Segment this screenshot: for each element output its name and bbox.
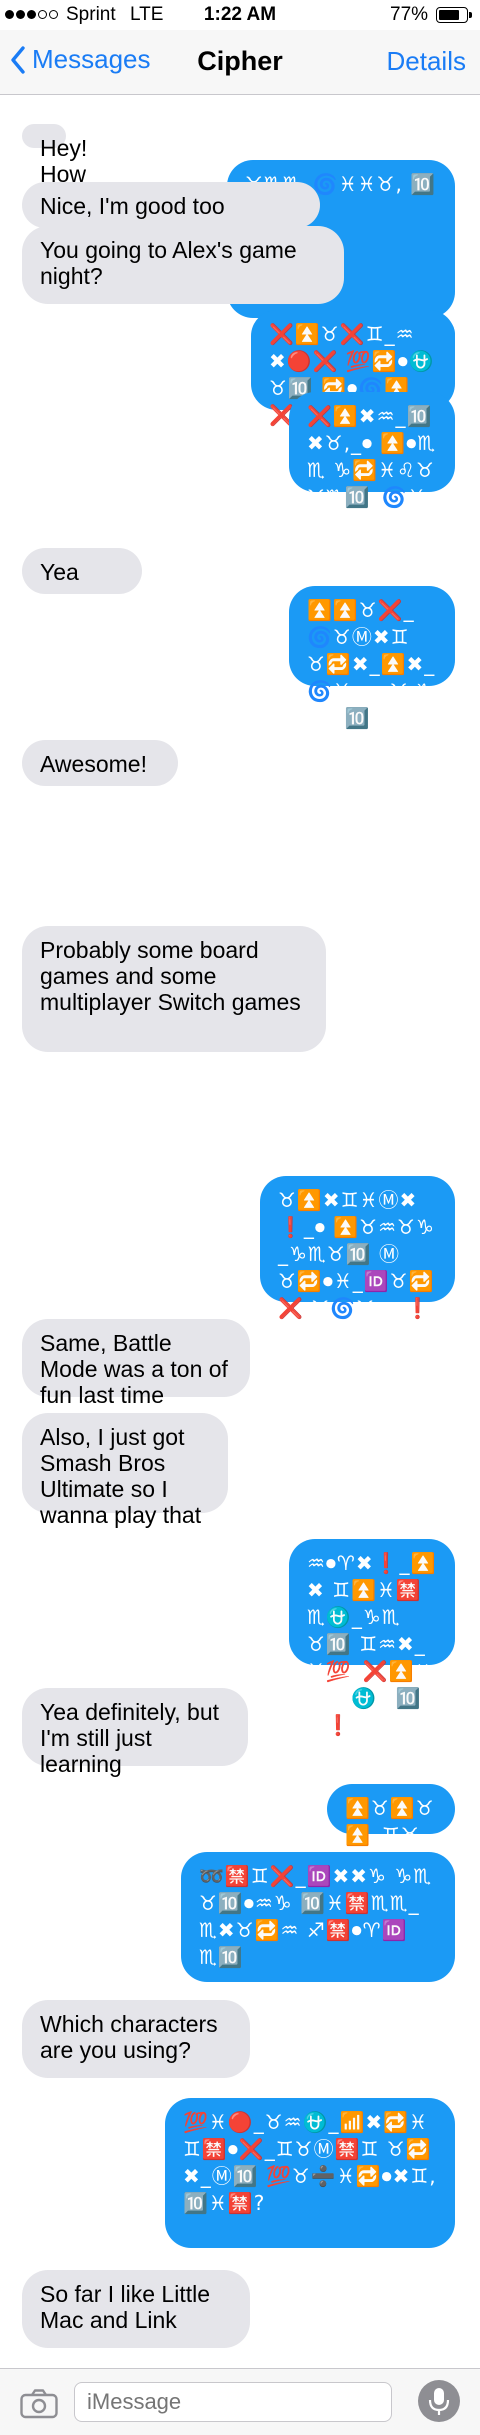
navigation-bar: Messages Cipher Details [0, 30, 480, 95]
outgoing-message-bubble[interactable]: ⏫⏫♉❌_🌀♉Ⓜ✖♊ ♉🔁✖_⏫✖_🌀♓♒♒♉ ♑♏♉🔟? [289, 586, 455, 730]
message-text: ➿🈲♊❌_🆔✖✖♑ ♑♏♉🔟⏺♒♑ 🔟♓🈲♏♏_♏✖♉🔁♒ ♐🈲⏺♈🆔♏🔟 [199, 1864, 433, 1969]
message-text: ♉⏫✖♊♓Ⓜ✖❗_⏺ ⏫♉♒♉♑_♑♏♉🔟 Ⓜ♉🔁⏺♓_🆔♉🔁❌ ♉🌀♉⏺♒❗ [278, 1188, 435, 1320]
message-composer [0, 2368, 480, 2435]
message-text: Yea [40, 559, 79, 585]
incoming-message-bubble[interactable]: Yea definitely, but I'm still just learn… [22, 1688, 248, 1777]
message-text: Also, I just got Smash Bros Ultimate so … [40, 1424, 202, 1528]
microphone-button[interactable] [418, 2380, 460, 2422]
message-text: 💯♓🔴_♉♒⛎_📶✖🔁♓ ♊🈲⏺❌_♊♉Ⓜ🈲♊ ♉🔁✖_Ⓜ🔟 💯♉➗♓🔁⏺✖♊,… [183, 2110, 437, 2215]
message-text: Awesome! [40, 751, 147, 777]
message-text: Which characters are you using? [40, 2011, 218, 2063]
incoming-message-bubble[interactable]: Also, I just got Smash Bros Ultimate so … [22, 1413, 228, 1528]
message-text: You going to Alex's game night? [40, 237, 297, 289]
message-text: Yea definitely, but I'm still just learn… [40, 1699, 220, 1777]
outgoing-message-bubble[interactable]: ⏫♉⏫♉⏫_♊♉Ⓜ✖ [327, 1784, 455, 1874]
outgoing-message-bubble[interactable]: 💯♓🔴_♉♒⛎_📶✖🔁♓ ♊🈲⏺❌_♊♉Ⓜ🈲♊ ♉🔁✖_Ⓜ🔟 💯♉➗♓🔁⏺✖♊,… [165, 2098, 455, 2248]
message-text: Same, Battle Mode was a ton of fun last … [40, 1330, 228, 1408]
incoming-message-bubble[interactable]: Awesome! [22, 740, 178, 786]
incoming-message-bubble[interactable]: Nice, I'm good too [22, 182, 320, 228]
camera-icon[interactable] [20, 2389, 58, 2419]
back-button-label: Messages [32, 44, 151, 74]
incoming-message-bubble[interactable]: Yea [22, 548, 142, 594]
battery-percentage: 77% [390, 4, 429, 25]
message-text: ❌⏫✖♒_🔟✖♉,_⏺ ⏫⏺♏♏ ♑🔁♓♌♉♉♏🔟_🌀♓ [307, 404, 437, 509]
message-text: ♒⏺♈✖❗_⏫✖ ♊⏫♓🈲♏⛎_♑♏♉🔟 ♊♒✖_♓💯_❌⏫✖♊✖ ⛎♉🔟♊❗ [307, 1551, 437, 1737]
outgoing-message-bubble[interactable]: ♉⏫✖♊♓Ⓜ✖❗_⏺ ⏫♉♒♉♑_♑♏♉🔟 Ⓜ♉🔁⏺♓_🆔♉🔁❌ ♉🌀♉⏺♒❗ [260, 1176, 455, 1320]
chevron-left-icon [11, 45, 25, 74]
battery-cap [469, 12, 472, 18]
message-text: ⏫⏫♉❌_🌀♉Ⓜ✖♊ ♉🔁✖_⏫✖_🌀♓♒♒♉ ♑♏♉🔟? [307, 598, 436, 730]
outgoing-message-bubble[interactable]: ➿🈲♊❌_🆔✖✖♑ ♑♏♉🔟⏺♒♑ 🔟♓🈲♏♏_♏✖♉🔁♒ ♐🈲⏺♈🆔♏🔟 [181, 1852, 455, 1982]
incoming-message-bubble[interactable]: So far I like Little Mac and Link [22, 2270, 250, 2348]
incoming-message-bubble[interactable]: You going to Alex's game night? [22, 226, 344, 304]
outgoing-message-bubble[interactable]: ♒⏺♈✖❗_⏫✖ ♊⏫♓🈲♏⛎_♑♏♉🔟 ♊♒✖_♓💯_❌⏫✖♊✖ ⛎♉🔟♊❗ [289, 1539, 455, 1737]
incoming-message-bubble[interactable]: Probably some board games and some multi… [22, 926, 326, 1052]
incoming-message-bubble[interactable]: Same, Battle Mode was a ton of fun last … [22, 1319, 250, 1408]
incoming-message-bubble[interactable]: Hey! How are you? [22, 124, 90, 239]
status-bar: Sprint LTE 1:22 AM 77% [0, 0, 480, 30]
details-button[interactable]: Details [387, 46, 466, 77]
message-text: Probably some board games and some multi… [40, 937, 301, 1015]
message-input[interactable] [74, 2382, 392, 2422]
message-text: So far I like Little Mac and Link [40, 2281, 211, 2333]
battery-icon [436, 7, 468, 23]
incoming-message-bubble[interactable]: Which characters are you using? [22, 2000, 250, 2078]
outgoing-message-bubble[interactable]: ❌⏫✖♒_🔟✖♉,_⏺ ⏫⏺♏♏ ♑🔁♓♌♉♉♏🔟_🌀♓ [289, 392, 455, 509]
microphone-icon [428, 2388, 450, 2415]
message-text: Nice, I'm good too [40, 193, 225, 219]
back-button[interactable]: Messages [10, 44, 151, 75]
